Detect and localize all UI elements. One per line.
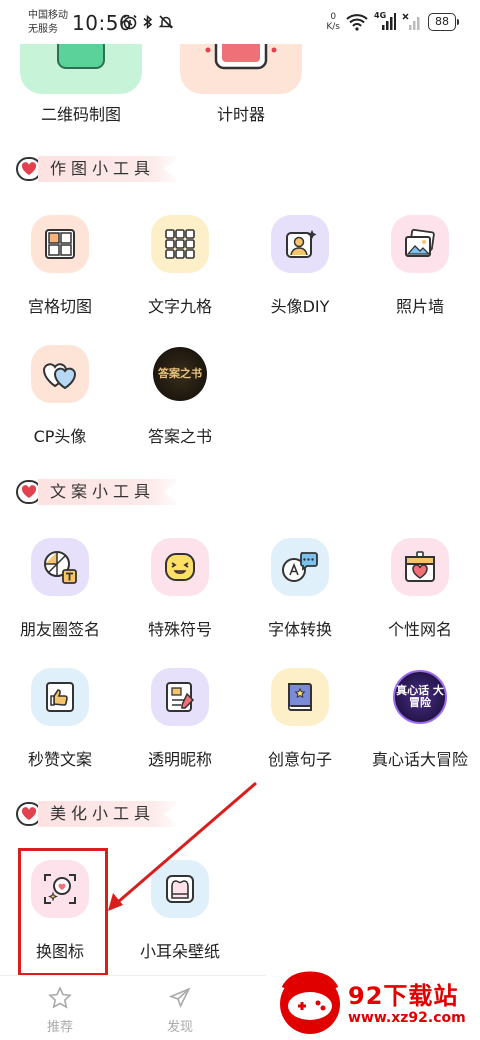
watermark-title: 92下载站 [348,982,459,1010]
truth-or-dare-image-text: 真心话 大冒险 [393,670,447,724]
tool-answer-book[interactable]: 答案之书 答案之书 [120,345,240,447]
tool-label: 创意句子 [267,750,332,769]
tool-label: 文字九格 [147,297,212,316]
nav-label: 推荐 [46,1020,73,1035]
tool-photo-wall[interactable]: 照片墙 [360,215,480,317]
section-title: 美化小工具 [38,801,182,827]
tool-cp-avatar[interactable]: CP头像 [0,345,120,447]
tool-ear-wallpaper[interactable]: 小耳朵壁纸 [120,860,240,962]
transparent-nickname-icon [151,668,209,726]
font-convert-icon [271,538,329,596]
watermark-url: www.xz92.com [348,1010,466,1026]
tool-label: 个性网名 [387,620,452,639]
mute-bell-icon [158,15,174,29]
tool-label: 透明昵称 [147,750,212,769]
truth-or-dare-image: 真心话 大冒险 [391,668,449,726]
text-nine-grid-icon [151,215,209,273]
answer-book-image-text: 答案之书 [153,347,207,401]
tool-avatar-diy[interactable]: 头像DIY [240,215,360,317]
section-title: 作图小工具 [38,156,182,182]
tool-label: 真心话大冒险 [371,750,468,769]
status-bar: 中国移动 无服务 10:56 0 K/s 4G 88 [0,0,480,44]
tool-label: 照片墙 [395,297,444,316]
tool-font-convert[interactable]: 字体转换 [240,538,360,640]
nav-recommend[interactable]: 推荐 [30,986,90,1035]
status-icons-right: 0 K/s 4G 88 [326,10,459,34]
service-status: 无服务 [28,24,58,35]
tool-label: 特殊符号 [147,620,212,639]
section-header-copywriting: 文案小工具 [16,477,182,507]
wifi-icon [346,14,368,31]
tool-label: 秒赞文案 [27,750,92,769]
signal-bars-icon [382,13,396,30]
tool-transparent-nickname[interactable]: 透明昵称 [120,668,240,770]
answer-book-image: 答案之书 [151,345,209,403]
watermark: 92下载站 www.xz92.com [266,962,480,1040]
avatar-diy-icon [271,215,329,273]
qr-code-icon [57,37,105,69]
net-speed-value: 0 [330,12,337,22]
tool-creative-sentence[interactable]: 创意句子 [240,668,360,770]
highlight-box [18,848,108,976]
tool-thumbs-up-copy[interactable]: 秒赞文案 [0,668,120,770]
tool-label: 朋友圈签名 [19,620,100,639]
timer-card[interactable] [180,34,302,94]
watermark-logo [280,971,340,1034]
status-icons-left [122,12,174,32]
timer-icon [205,34,277,70]
tool-moments-signature[interactable]: 朋友圈签名 [0,538,120,640]
nickname-icon [391,538,449,596]
nav-discover[interactable]: 发现 [150,986,210,1035]
tool-label: 宫格切图 [27,297,92,316]
creative-sentence-icon [271,668,329,726]
moments-signature-icon [31,538,89,596]
star-icon [48,986,72,1009]
tool-grid-cut[interactable]: 宫格切图 [0,215,120,317]
emoji-symbol-icon [151,538,209,596]
grid-cut-icon [31,215,89,273]
photo-wall-icon [391,215,449,273]
tool-special-symbols[interactable]: 特殊符号 [120,538,240,640]
tool-label: 小耳朵壁纸 [139,942,220,961]
carrier-name: 中国移动 [28,10,68,21]
cp-avatar-icon [31,345,89,403]
tool-label: 头像DIY [270,297,330,316]
qr-code-card[interactable] [20,37,142,94]
section-header-beautify: 美化小工具 [16,799,182,829]
timer-label[interactable]: 计时器 [161,101,321,125]
ear-wallpaper-icon [151,860,209,918]
tool-label: 答案之书 [147,427,212,446]
section-title: 文案小工具 [38,479,182,505]
net-speed: 0 K/s [326,12,340,32]
carrier-info: 中国移动 无服务 [28,9,68,37]
nav-label: 发现 [166,1020,193,1035]
qr-code-label[interactable]: 二维码制图 [1,101,161,125]
cellular-signal-1: 4G [374,11,396,31]
tool-truth-or-dare[interactable]: 真心话 大冒险 真心话大冒险 [360,668,480,770]
alarm-icon [123,14,137,30]
net-speed-unit: K/s [326,22,340,32]
tool-nickname[interactable]: 个性网名 [360,538,480,640]
section-header-drawing: 作图小工具 [16,154,182,184]
bluetooth-icon [143,14,153,30]
tool-label: CP头像 [33,427,87,446]
no-signal-icon [402,13,420,30]
tool-label: 字体转换 [267,620,332,639]
thumbs-up-icon [31,668,89,726]
paper-plane-icon [168,987,191,1009]
battery-indicator: 88 [428,13,459,31]
tool-text-nine-grid[interactable]: 文字九格 [120,215,240,317]
